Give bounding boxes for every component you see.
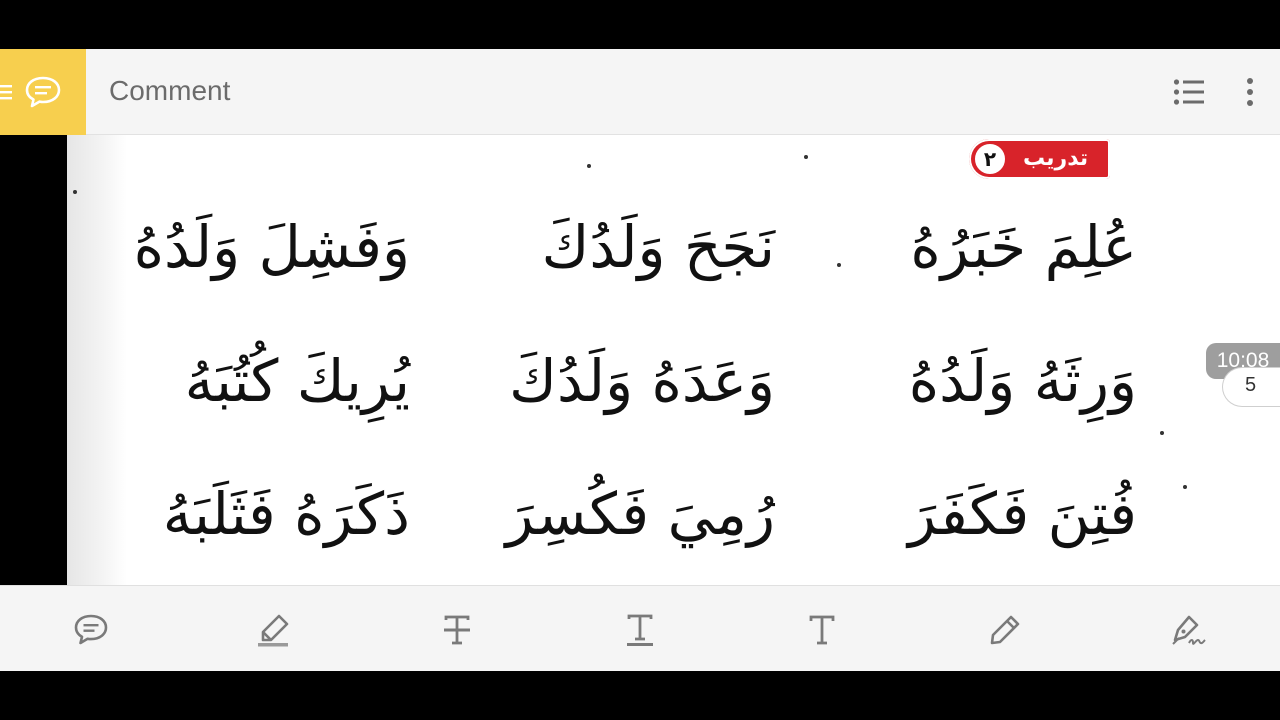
page-number-tab[interactable]: 5: [1222, 367, 1280, 407]
highlighter-tool-button[interactable]: [253, 610, 293, 650]
phrase-4: وَرِثَهُ وَلَدُهُ: [908, 347, 1137, 415]
comment-icon: [74, 614, 108, 645]
menu-icon: [0, 85, 12, 100]
exercise-number: ٢: [973, 142, 1007, 176]
phrase-1: عُلِمَ خَبَرُهُ: [910, 213, 1137, 281]
more-options-button[interactable]: [1233, 75, 1267, 109]
signature-icon: [1172, 615, 1206, 645]
underline-tool-button[interactable]: [620, 610, 660, 650]
page-fold-shadow: [67, 135, 127, 585]
list-icon: [1173, 79, 1204, 105]
phrase-5: وَعَدَهُ وَلَدُكَ: [509, 347, 775, 415]
phrase-8: رُمِيَ فَكُسِرَ: [505, 480, 775, 548]
document-page[interactable]: ٢ تدريب عُلِمَ خَبَرُهُ نَجَحَ وَلَدُكَ …: [67, 135, 1280, 585]
strikethrough-tool-button[interactable]: [437, 610, 477, 650]
pencil-icon: [990, 615, 1020, 645]
toolbar-title: Comment: [109, 75, 231, 106]
status-bar-area: [0, 0, 1280, 49]
navigation-bar-area: [0, 671, 1280, 720]
annotation-toolbar: [0, 585, 1280, 671]
underline-icon: [627, 614, 653, 646]
list-button[interactable]: [1172, 75, 1206, 109]
print-speck: [1183, 485, 1187, 489]
signature-tool-button[interactable]: [1168, 610, 1208, 650]
phrase-3: وَفَشِلَ وَلَدُهُ: [133, 213, 410, 281]
pencil-tool-button[interactable]: [985, 610, 1025, 650]
phrase-2: نَجَحَ وَلَدُكَ: [541, 213, 775, 281]
comment-tool-button[interactable]: [71, 610, 111, 650]
strikethrough-icon: [444, 615, 470, 645]
comment-icon: [25, 76, 61, 108]
phrase-9: ذَكَرَهُ فَثَلَبَهُ: [162, 480, 410, 548]
print-speck: [587, 164, 591, 168]
text-tool-button[interactable]: [802, 610, 842, 650]
phrase-7: فُتِنَ فَكَفَرَ: [908, 480, 1137, 548]
print-speck: [73, 190, 77, 194]
print-speck: [804, 155, 808, 159]
print-speck: [837, 263, 841, 267]
print-speck: [1160, 431, 1164, 435]
exercise-label: ٢ تدريب: [969, 139, 1111, 179]
highlighter-icon: [258, 614, 289, 647]
exercise-badge: ٢ تدريب: [969, 137, 1111, 181]
phrase-6: يُرِيكَ كُتُبَهُ: [184, 347, 410, 415]
exercise-title: تدريب: [1023, 146, 1089, 171]
comment-mode-button[interactable]: [0, 49, 86, 135]
text-icon: [809, 615, 835, 645]
more-vertical-icon: [1247, 78, 1253, 106]
top-toolbar: Comment: [0, 49, 1280, 135]
